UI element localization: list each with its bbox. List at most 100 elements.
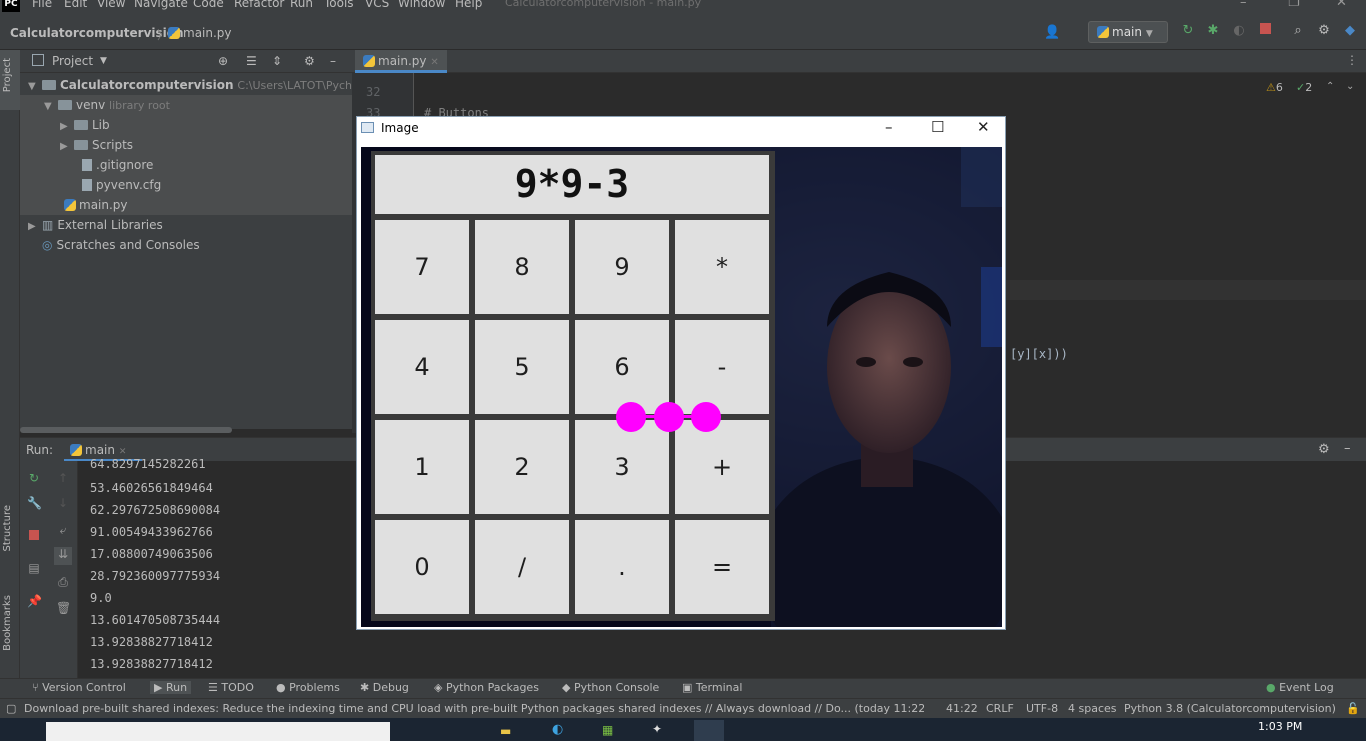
user-icon[interactable]: 👤 <box>1044 25 1060 41</box>
status-message[interactable]: Download pre-built shared indexes: Reduc… <box>24 702 924 715</box>
pin-icon[interactable]: 📌 <box>27 594 42 608</box>
chevron-down-icon[interactable]: ▼ <box>100 56 107 66</box>
tab-todo[interactable]: ☰ TODO <box>208 681 254 694</box>
locate-file-icon[interactable]: ⊕ <box>218 54 228 68</box>
calc-key-0[interactable]: 0 <box>375 520 469 614</box>
trash-icon[interactable]: 🗑 <box>56 601 71 615</box>
status-line-separator[interactable]: CRLF <box>986 702 1014 715</box>
calc-key-1[interactable]: 1 <box>375 420 469 514</box>
tab-python-packages[interactable]: ◈ Python Packages <box>434 681 539 694</box>
scroll-to-end-icon[interactable]: ⇊ <box>54 547 72 565</box>
store-icon[interactable]: ▦ <box>602 723 613 737</box>
settings-gear-icon[interactable]: ⚙ <box>1316 23 1332 39</box>
soft-wrap-icon[interactable]: ⤶ <box>56 523 70 537</box>
tab-run[interactable]: ▶ Run <box>150 681 192 694</box>
tree-item-pyvenv[interactable]: pyvenv.cfg <box>20 175 352 195</box>
menu-file[interactable]: File <box>32 0 52 10</box>
menu-window[interactable]: Window <box>398 0 445 10</box>
maximize-icon[interactable]: ☐ <box>931 118 944 136</box>
file-explorer-icon[interactable]: ▬ <box>500 724 511 738</box>
jetbrains-toolbox-icon[interactable]: ◆ <box>1342 23 1358 39</box>
calc-key-6[interactable]: 6 <box>575 320 669 414</box>
checks-indicator[interactable]: ✓2 <box>1296 81 1312 94</box>
menu-view[interactable]: View <box>97 0 125 10</box>
pycharm-taskbar-icon[interactable] <box>694 720 724 741</box>
chevron-up-icon[interactable]: ⌃ <box>1326 81 1334 92</box>
calc-key-7[interactable]: 7 <box>375 220 469 314</box>
more-tabs-icon[interactable]: ⋮ <box>1346 53 1358 67</box>
project-panel-title[interactable]: Project <box>52 54 93 68</box>
arrow-down-icon[interactable]: ↓ <box>56 496 70 510</box>
calc-key-4[interactable]: 4 <box>375 320 469 414</box>
debug-icon[interactable]: ✱ <box>1205 23 1221 39</box>
panel-settings-gear-icon[interactable]: ⚙ <box>304 54 315 68</box>
calc-key-decimal[interactable]: . <box>575 520 669 614</box>
tree-item-scripts[interactable]: ▶ Scripts <box>20 135 352 155</box>
opencv-image-window[interactable]: Image – ☐ ✕ 9*9-3 7 8 9 * 4 5 6 - 1 2 3 … <box>356 116 1006 630</box>
expand-all-icon[interactable]: ☰ <box>246 54 257 68</box>
taskbar-clock[interactable]: 1:03 PM <box>1258 720 1302 733</box>
stop-icon[interactable] <box>27 529 41 543</box>
breadcrumb-file[interactable]: main.py <box>168 26 232 40</box>
menu-code[interactable]: Code <box>193 0 224 10</box>
status-interpreter[interactable]: Python 3.8 (Calculatorcomputervision) <box>1124 702 1336 715</box>
tab-event-log[interactable]: ● Event Log <box>1266 681 1334 694</box>
minimize-icon[interactable]: – <box>885 118 893 136</box>
menu-navigate[interactable]: Navigate <box>134 0 188 10</box>
calc-key-8[interactable]: 8 <box>475 220 569 314</box>
layout-icon[interactable]: ▤ <box>27 561 41 575</box>
arrow-up-icon[interactable]: ↑ <box>56 471 70 485</box>
status-caret-position[interactable]: 41:22 <box>946 702 978 715</box>
tab-python-console[interactable]: ◆ Python Console <box>562 681 659 694</box>
close-icon[interactable]: ✕ <box>1336 0 1347 10</box>
menu-help[interactable]: Help <box>455 0 482 10</box>
calc-key-9[interactable]: 9 <box>575 220 669 314</box>
wrench-icon[interactable]: 🔧 <box>27 496 42 510</box>
run-settings-gear-icon[interactable]: ⚙ <box>1318 442 1330 457</box>
search-icon[interactable]: ⌕ <box>1290 23 1306 39</box>
horizontal-scrollbar[interactable] <box>20 427 232 433</box>
calc-key-equals[interactable]: = <box>675 520 769 614</box>
tab-main-py[interactable]: main.py ✕ <box>355 50 447 73</box>
tree-item-main[interactable]: main.py <box>20 195 352 215</box>
webcam-frame[interactable]: 9*9-3 7 8 9 * 4 5 6 - 1 2 3 + 0 / . = <box>361 147 1002 627</box>
minimize-icon[interactable]: – <box>1240 0 1247 10</box>
close-tab-icon[interactable]: ✕ <box>119 447 127 457</box>
calc-key-5[interactable]: 5 <box>475 320 569 414</box>
bookmarks-tool-label[interactable]: Bookmarks <box>2 595 13 651</box>
menu-vcs[interactable]: VCS <box>365 0 389 10</box>
menu-run[interactable]: Run <box>290 0 313 10</box>
calc-key-2[interactable]: 2 <box>475 420 569 514</box>
tree-item-gitignore[interactable]: .gitignore <box>20 155 352 175</box>
calc-key-3[interactable]: 3 <box>575 420 669 514</box>
collapse-all-icon[interactable]: ⇕ <box>272 54 282 68</box>
taskbar-search-box[interactable] <box>46 722 390 741</box>
tab-terminal[interactable]: ▣ Terminal <box>682 681 742 694</box>
tab-debug[interactable]: ✱ Debug <box>360 681 409 694</box>
app-icon[interactable]: ✦ <box>652 722 662 736</box>
print-icon[interactable]: ⎙ <box>56 575 70 589</box>
menu-edit[interactable]: Edit <box>64 0 87 10</box>
rerun-icon[interactable]: ↻ <box>1180 23 1196 39</box>
structure-tool-label[interactable]: Structure <box>2 505 13 552</box>
hide-panel-icon[interactable]: – <box>330 54 336 68</box>
tab-version-control[interactable]: ⑂ Version Control <box>32 681 126 694</box>
rerun-icon[interactable]: ↻ <box>27 471 41 485</box>
calc-key-plus[interactable]: + <box>675 420 769 514</box>
stop-icon[interactable] <box>1257 23 1273 39</box>
lock-icon[interactable]: 🔓 <box>1346 702 1360 715</box>
restore-icon[interactable]: ❐ <box>1288 0 1300 10</box>
calc-key-multiply[interactable]: * <box>675 220 769 314</box>
tree-item-lib[interactable]: ▶ Lib <box>20 115 352 135</box>
menu-refactor[interactable]: Refactor <box>234 0 284 10</box>
warnings-indicator[interactable]: ⚠6 <box>1266 81 1283 94</box>
status-encoding[interactable]: UTF-8 <box>1026 702 1058 715</box>
run-config-dropdown[interactable]: main ▼ <box>1088 21 1168 43</box>
tree-item-venv[interactable]: ▼ venv library root <box>20 95 352 115</box>
tree-item-external-libraries[interactable]: ▶ ▥ External Libraries <box>20 215 352 235</box>
tree-root[interactable]: ▼ Calculatorcomputervision C:\Users\LATOT… <box>20 75 380 95</box>
browser-icon[interactable]: ◐ <box>552 722 563 737</box>
status-window-icon[interactable]: ▢ <box>6 702 16 715</box>
tree-item-scratches[interactable]: ◎ Scratches and Consoles <box>20 235 352 255</box>
calc-key-divide[interactable]: / <box>475 520 569 614</box>
